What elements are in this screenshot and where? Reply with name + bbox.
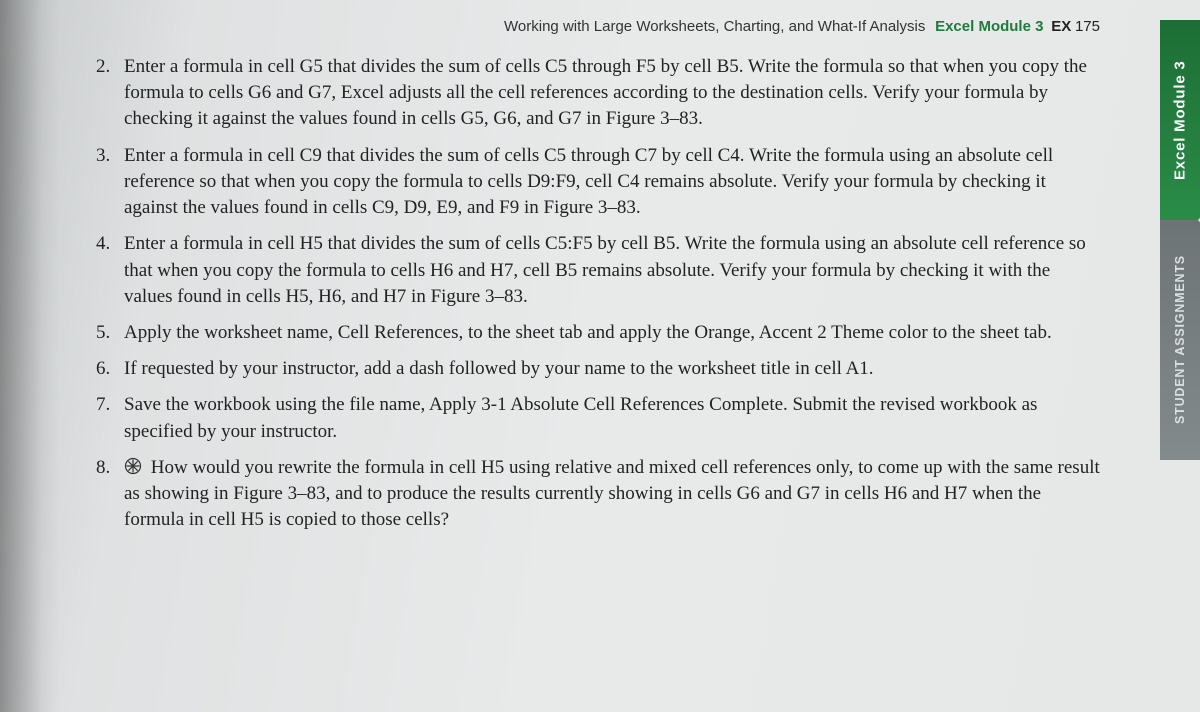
list-item: Apply the worksheet name, Cell Reference… <box>124 320 1100 346</box>
instruction-list: Enter a formula in cell G5 that divides … <box>96 54 1100 534</box>
page-number: 175 <box>1075 18 1100 35</box>
instruction-text: How would you rewrite the formula in cel… <box>124 457 1100 530</box>
page-prefix: EX <box>1051 18 1071 35</box>
critical-thinking-icon <box>124 457 142 475</box>
chapter-title: Working with Large Worksheets, Charting,… <box>504 18 925 35</box>
instruction-text: Enter a formula in cell C9 that divides … <box>124 145 1053 218</box>
instruction-text: Enter a formula in cell G5 that divides … <box>124 56 1087 129</box>
instruction-text: Save the workbook using the file name, A… <box>124 394 1037 441</box>
list-item: How would you rewrite the formula in cel… <box>124 455 1100 534</box>
side-tab-section: STUDENT ASSIGNMENTS <box>1160 220 1200 460</box>
side-tab-module: Excel Module 3 <box>1160 20 1200 220</box>
list-item: Save the workbook using the file name, A… <box>124 392 1100 444</box>
instruction-text: If requested by your instructor, add a d… <box>124 358 874 379</box>
list-item: Enter a formula in cell G5 that divides … <box>124 54 1100 133</box>
side-tab: Excel Module 3 STUDENT ASSIGNMENTS <box>1160 20 1200 460</box>
textbook-page: Working with Large Worksheets, Charting,… <box>0 0 1200 712</box>
module-label: Excel Module 3 <box>935 18 1043 35</box>
list-item: Enter a formula in cell C9 that divides … <box>124 143 1100 222</box>
list-item: Enter a formula in cell H5 that divides … <box>124 231 1100 310</box>
instruction-text: Enter a formula in cell H5 that divides … <box>124 233 1086 306</box>
binding-shadow <box>0 0 60 712</box>
list-item: If requested by your instructor, add a d… <box>124 356 1100 382</box>
running-header: Working with Large Worksheets, Charting,… <box>96 18 1110 36</box>
instruction-text: Apply the worksheet name, Cell Reference… <box>124 322 1052 343</box>
